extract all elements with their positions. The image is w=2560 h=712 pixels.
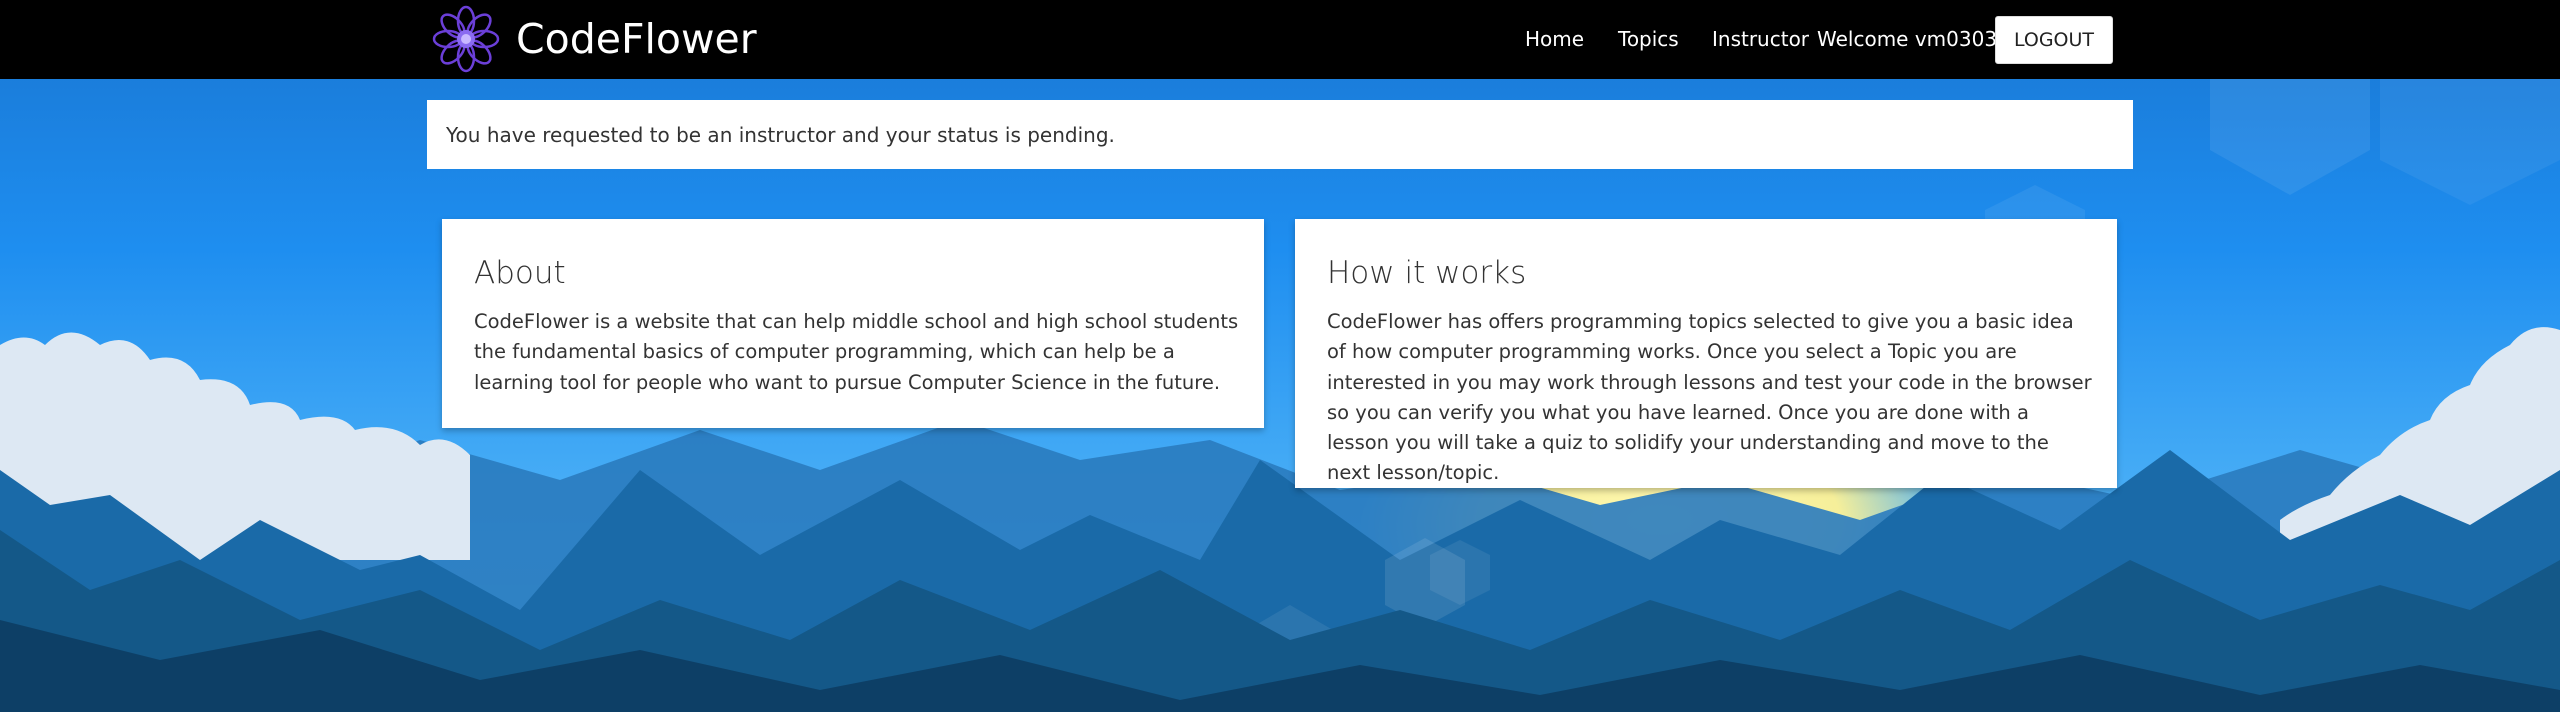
about-title: About xyxy=(474,255,566,291)
logout-button[interactable]: LOGOUT xyxy=(1995,16,2113,64)
instructor-status-alert: You have requested to be an instructor a… xyxy=(427,100,2133,169)
brand[interactable]: CodeFlower xyxy=(432,3,757,75)
nav-instructor-link[interactable]: Instructor xyxy=(1712,24,1809,54)
about-body: CodeFlower is a website that can help mi… xyxy=(474,310,1239,394)
how-it-works-title: How it works xyxy=(1327,255,1527,291)
flower-logo-icon xyxy=(432,5,500,73)
about-card: About CodeFlower is a website that can h… xyxy=(442,219,1264,428)
welcome-user-text: Welcome vm0303 xyxy=(1817,27,1998,51)
nav-home-link[interactable]: Home xyxy=(1525,24,1584,54)
alert-text: You have requested to be an instructor a… xyxy=(446,122,1115,147)
top-navbar: CodeFlower Home Topics Instructor Welcom… xyxy=(0,0,2560,79)
nav-topics-link[interactable]: Topics xyxy=(1618,24,1679,54)
brand-name: CodeFlower xyxy=(516,15,757,63)
how-it-works-body: CodeFlower has offers programming topics… xyxy=(1327,310,2092,485)
how-it-works-card: How it works CodeFlower has offers progr… xyxy=(1295,219,2117,488)
